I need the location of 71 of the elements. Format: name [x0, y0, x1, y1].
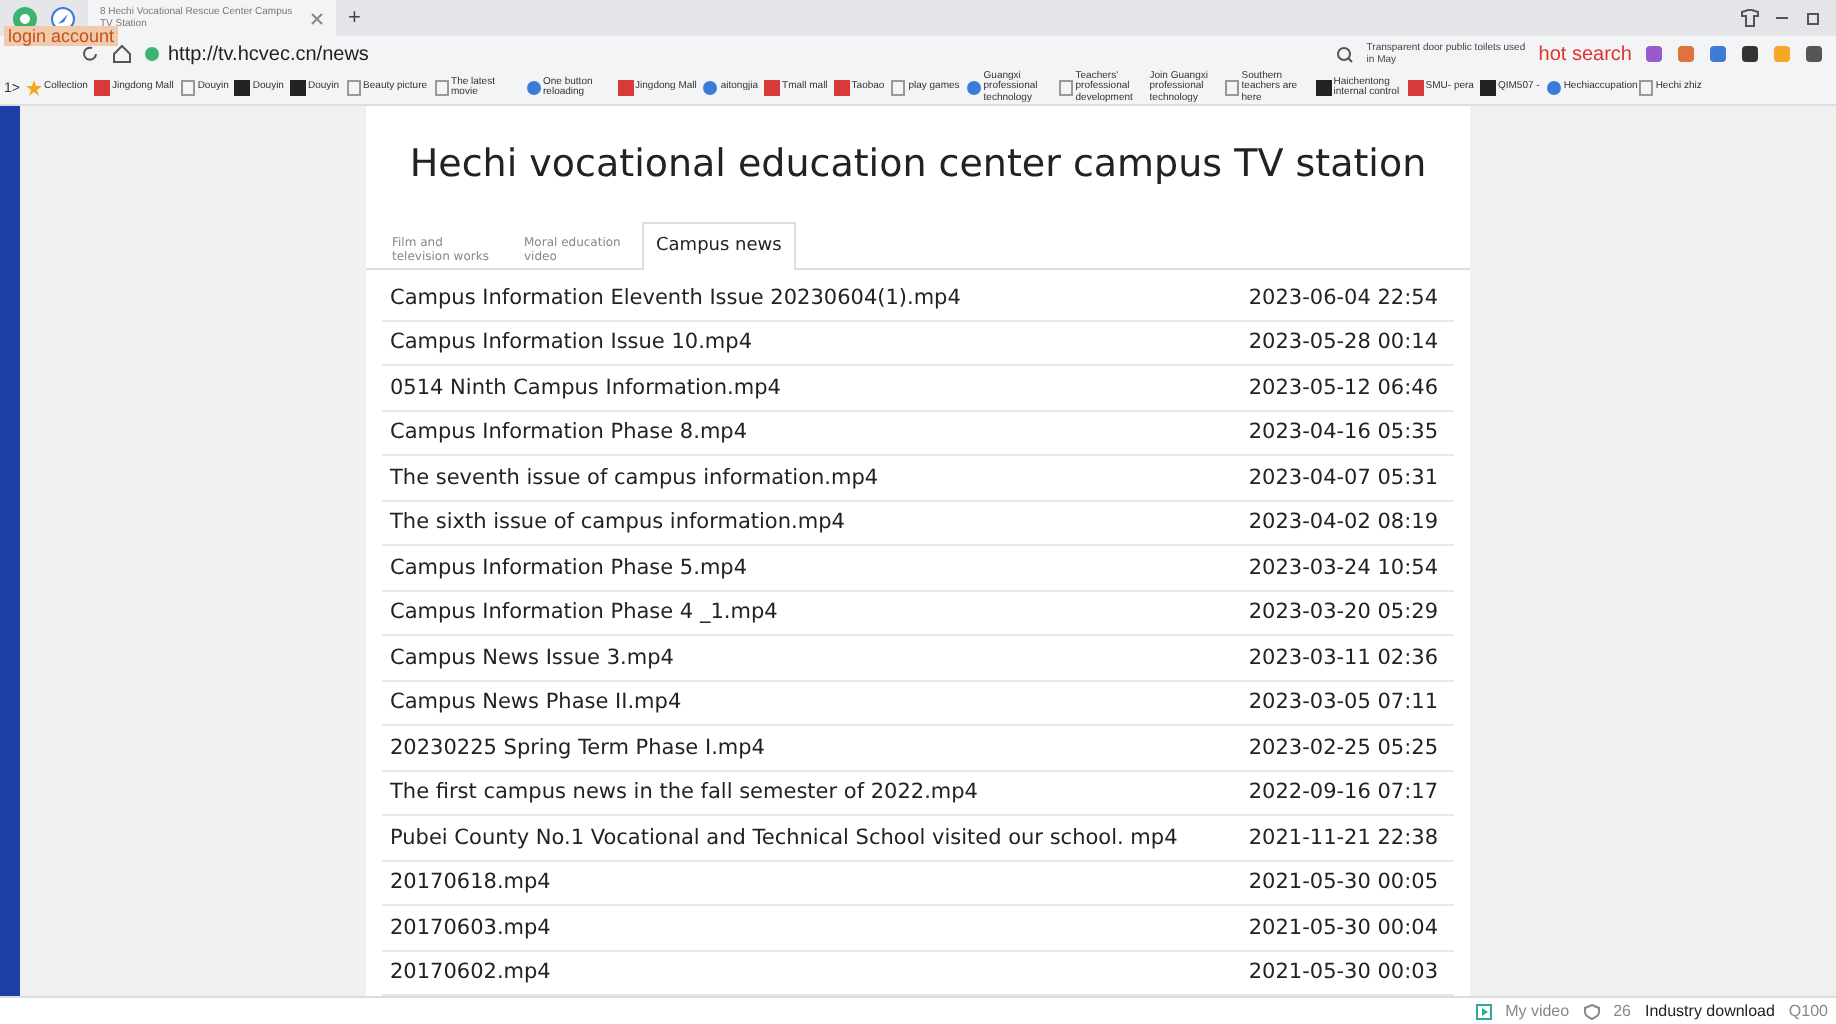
my-video-link[interactable]: My video [1505, 1002, 1570, 1020]
address-bar[interactable]: http://tv.hcvec.cn/news [144, 43, 1325, 65]
upload-date: 2021-05-30 00:04 [1248, 915, 1438, 940]
video-link[interactable]: Campus Information Eleventh Issue 20230604(1).mp4 [390, 285, 961, 310]
page-title: Hechi vocational education center campus TV station [407, 142, 1429, 186]
bookmark-icon [965, 80, 982, 96]
upload-date: 2023-06-04 22:54 [1248, 285, 1438, 310]
download-link[interactable]: Industry download [1644, 1002, 1775, 1020]
page-icon [1637, 80, 1654, 96]
category-tab[interactable]: Campus news [642, 222, 796, 270]
upload-date: 2023-03-11 02:36 [1248, 645, 1438, 670]
bookmark-icon [1407, 80, 1424, 96]
bookmark-icon [234, 80, 251, 96]
upload-date: 2023-03-24 10:54 [1248, 555, 1438, 580]
bookmark-icon [617, 80, 634, 96]
bookmark-icon [833, 80, 850, 96]
bookmark-icon [93, 80, 110, 96]
upload-date: 2023-03-05 07:11 [1248, 690, 1438, 715]
star-icon [25, 80, 42, 96]
video-link[interactable]: Campus Information Phase 5.mp4 [390, 555, 748, 580]
upload-date: 2021-11-21 22:38 [1248, 825, 1438, 850]
count-label: 26 [1613, 1002, 1631, 1020]
compass-icon[interactable] [50, 5, 76, 31]
restore-icon[interactable] [1804, 8, 1824, 28]
video-link[interactable]: Campus News Phase II.mp4 [390, 690, 682, 715]
home-icon[interactable] [112, 44, 132, 64]
video-link[interactable]: Pubei County No.1 Vocational and Technical School visited our school. mp4 [390, 825, 1178, 850]
bookmark-icon [702, 80, 719, 96]
video-link[interactable]: Campus Information Phase 8.mp4 [390, 420, 748, 445]
play-icon[interactable] [1475, 1003, 1492, 1019]
url-text: http://tv.hcvec.cn/news [168, 43, 369, 65]
upload-date: 2023-04-16 05:35 [1248, 420, 1438, 445]
bookmark-icon [1545, 80, 1562, 96]
upload-date: 2023-03-20 05:29 [1248, 600, 1438, 625]
page-icon [890, 80, 907, 96]
close-icon[interactable] [310, 11, 324, 25]
video-link[interactable]: The seventh issue of campus information.mp4 [390, 465, 879, 490]
reload-icon[interactable] [80, 44, 100, 64]
upload-date: 2023-02-25 05:25 [1248, 735, 1438, 760]
video-link[interactable]: 20230225 Spring Term Phase I.mp4 [390, 735, 765, 760]
shirt-icon[interactable] [1740, 8, 1760, 28]
video-link[interactable]: Campus News Issue 3.mp4 [390, 645, 674, 670]
video-link[interactable]: The first campus news in the fall semester of 2022.mp4 [390, 780, 978, 805]
video-link[interactable]: 0514 Ninth Campus Information.mp4 [390, 375, 781, 400]
page-icon [345, 80, 362, 96]
zoom-level[interactable]: Q100 [1788, 1002, 1828, 1020]
video-link[interactable]: Campus Information Phase 4 _1.mp4 [390, 600, 778, 625]
upload-date: 2023-04-07 05:31 [1248, 465, 1438, 490]
upload-date: 2022-09-16 07:17 [1248, 780, 1438, 805]
upload-date: 2023-05-12 06:46 [1248, 375, 1438, 400]
page-icon [433, 80, 450, 96]
video-link[interactable]: The sixth issue of campus information.mp4 [390, 510, 845, 535]
bookmark-icon [525, 80, 542, 96]
hot-search-link[interactable]: hot search [1538, 43, 1632, 65]
video-link[interactable]: Campus Information Issue 10.mp4 [390, 330, 753, 355]
page-icon [1057, 80, 1074, 96]
page-icon [179, 80, 196, 96]
video-link[interactable]: 20170602.mp4 [390, 960, 551, 985]
page-icon [1223, 80, 1240, 96]
upload-date: 2023-04-02 08:19 [1248, 510, 1438, 535]
upload-date: 2021-05-30 00:03 [1248, 960, 1438, 985]
video-link[interactable]: 20170618.mp4 [390, 870, 551, 895]
bookmark-icon [764, 80, 781, 96]
new-tab-button[interactable]: + [348, 6, 361, 30]
bookmark-icon [1315, 80, 1332, 96]
video-link[interactable]: 20170603.mp4 [390, 915, 551, 940]
upload-date: 2021-05-30 00:05 [1248, 870, 1438, 895]
search-icon[interactable] [1336, 45, 1355, 63]
upload-date: 2023-05-28 00:14 [1248, 330, 1438, 355]
bookmark-icon [289, 80, 306, 96]
bookmark-icon [1479, 80, 1496, 96]
